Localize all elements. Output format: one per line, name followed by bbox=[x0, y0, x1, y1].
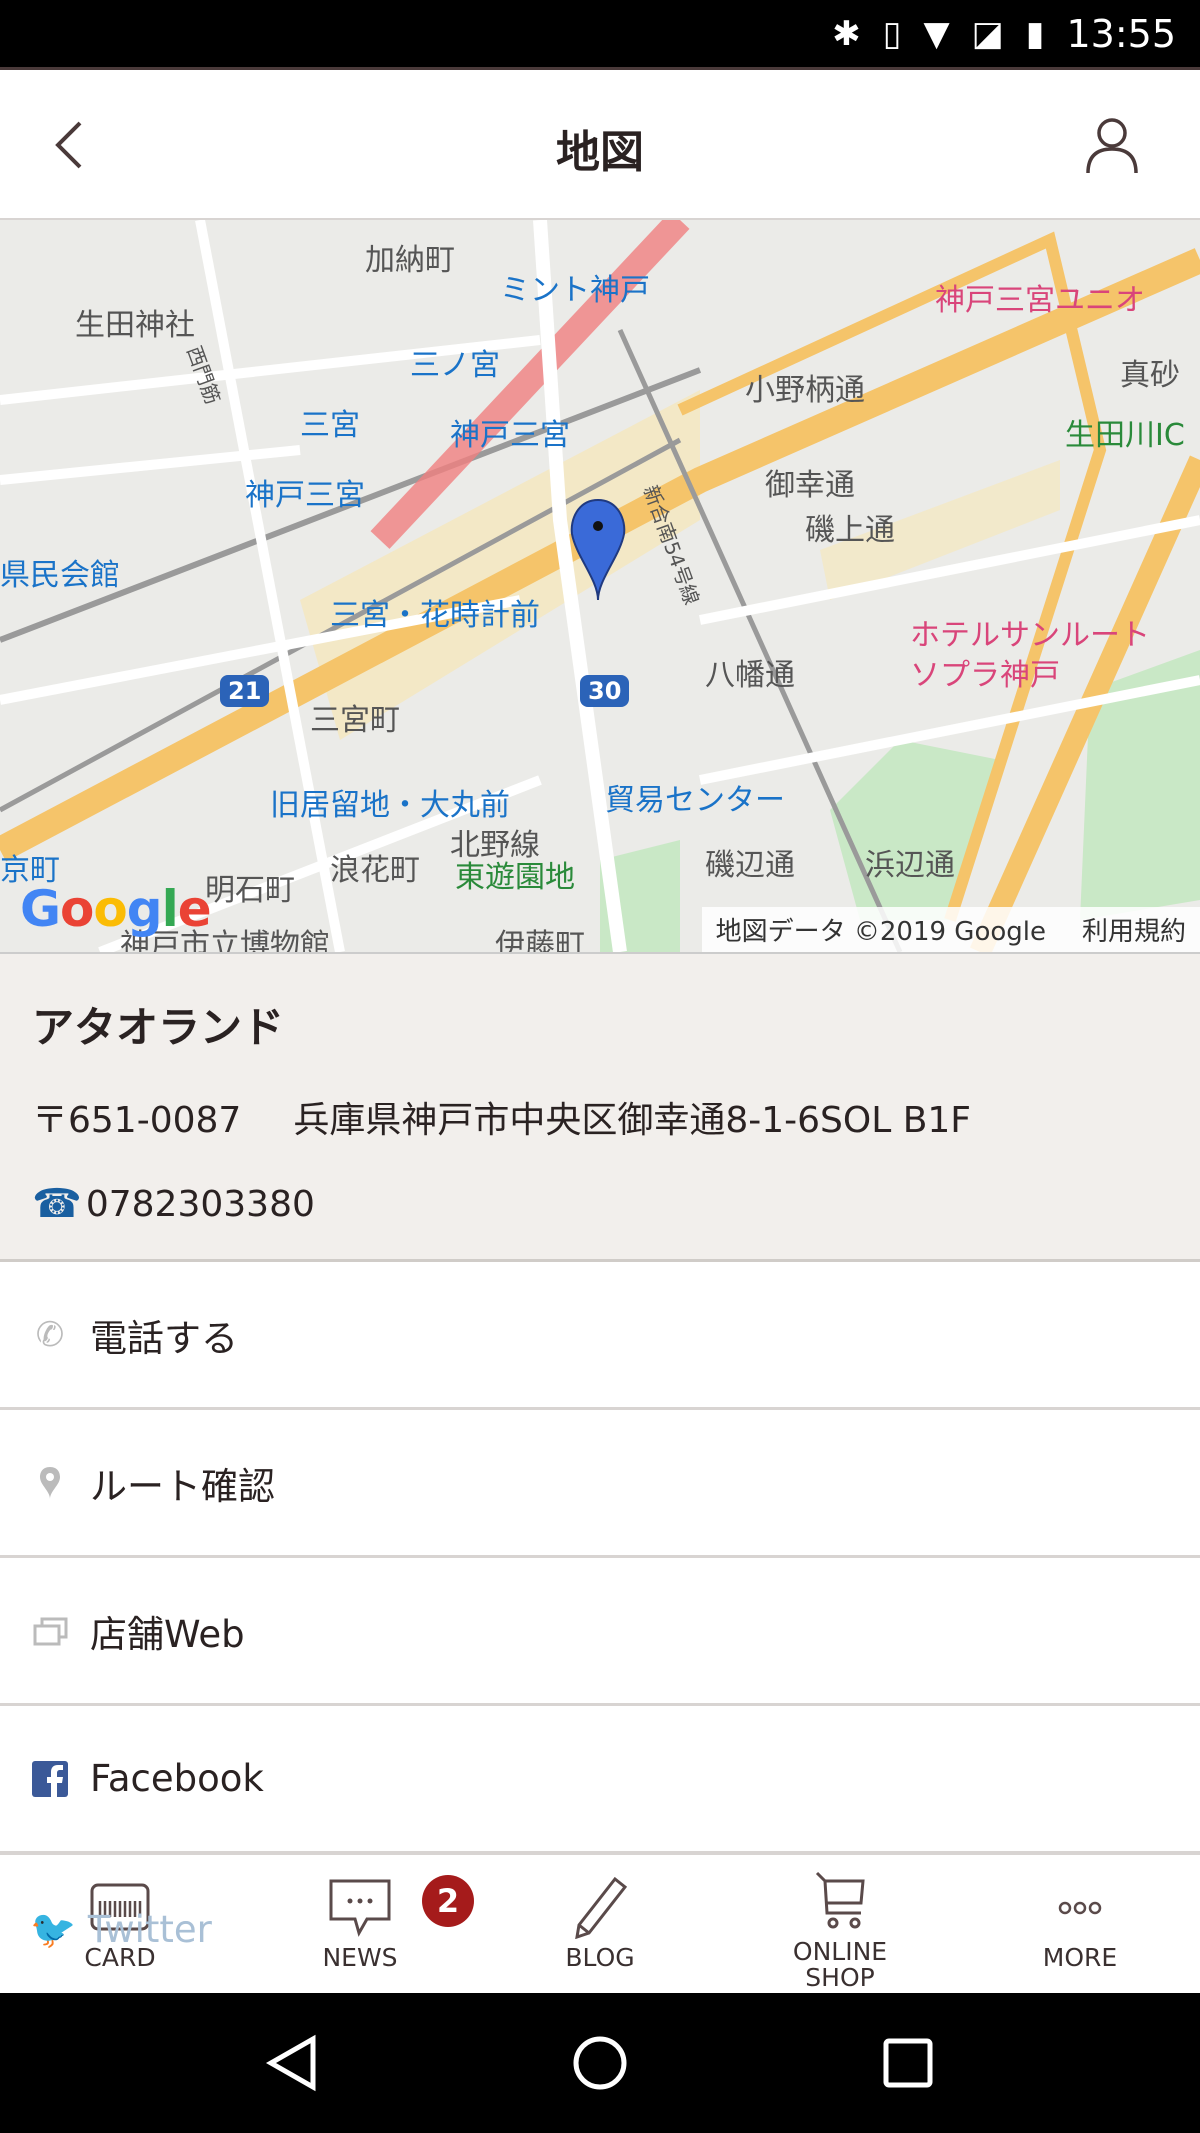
action-facebook[interactable]: Facebook bbox=[0, 1706, 1200, 1854]
clock: 13:55 bbox=[1066, 11, 1176, 56]
map-attribution: 地図データ ©2019 Google 利用規約 bbox=[701, 907, 1200, 952]
bluetooth-icon: ✱ bbox=[832, 13, 861, 54]
tab-label: MORE bbox=[1042, 1943, 1118, 1972]
map-label: 磯辺通 bbox=[705, 848, 795, 883]
map-label: 旧居留地・大丸前 bbox=[270, 788, 510, 823]
shop-name: アタオランド bbox=[32, 1003, 285, 1052]
map-label: ミント神戸 bbox=[500, 273, 650, 308]
map-label: 八幡通 bbox=[705, 658, 795, 693]
phone-number: 0782303380 bbox=[85, 1183, 315, 1225]
map-label: 県民会館 bbox=[0, 558, 120, 593]
action-web[interactable]: 店舗Web bbox=[0, 1558, 1200, 1706]
shop-info: アタオランド 〒651-0087 兵庫県神戸市中央区御幸通8-1-6SOL B1… bbox=[0, 952, 1200, 1262]
page-title: 地図 bbox=[556, 127, 644, 178]
battery-icon: ▮ bbox=[1025, 13, 1045, 54]
more-dots-icon bbox=[1058, 1901, 1102, 1915]
back-triangle-icon[interactable] bbox=[265, 2033, 319, 2093]
pencil-icon bbox=[575, 1877, 628, 1939]
map-label: 伊藤町 bbox=[495, 928, 585, 952]
action-label: 店舗Web bbox=[90, 1612, 245, 1656]
shop-address: 〒651-0087 兵庫県神戸市中央区御幸通8-1-6SOL B1F bbox=[32, 1091, 1168, 1143]
telephone-icon: ☎ bbox=[32, 1181, 82, 1227]
map-pin-icon bbox=[40, 1466, 60, 1499]
google-logo: Google bbox=[20, 880, 212, 938]
home-circle-icon[interactable] bbox=[570, 2033, 630, 2093]
postal-code: 〒651-0087 bbox=[32, 1100, 242, 1141]
map-label: 東遊園地 bbox=[455, 860, 575, 895]
map-label: 三ノ宮 bbox=[410, 348, 500, 383]
map-label: 御幸通 bbox=[765, 468, 855, 503]
tab-blog[interactable]: BLOG bbox=[480, 1855, 720, 1993]
wifi-icon: ▼ bbox=[923, 13, 950, 54]
bottom-tab-bar: CARD NEWS 2 BLOG ONLINE SHOP MORE bbox=[0, 1852, 1200, 1993]
attribution-text: 地図データ ©2019 Google bbox=[715, 917, 1046, 947]
map-label: ソプラ神戸 bbox=[910, 658, 1060, 693]
map-label: 神戸三宮 bbox=[450, 418, 570, 453]
tab-card[interactable]: CARD bbox=[0, 1855, 240, 1993]
windows-icon bbox=[33, 1617, 68, 1645]
tab-label: CARD bbox=[84, 1943, 156, 1972]
map-label: 浪花町 bbox=[330, 853, 420, 888]
status-bar: ✱ ▯ ▼ ◪ ▮ 13:55 bbox=[0, 0, 1200, 70]
barcode-card-icon bbox=[90, 1883, 150, 1931]
map-label: 神戸三宮 bbox=[245, 478, 365, 513]
tab-more[interactable]: MORE bbox=[960, 1855, 1200, 1993]
action-call[interactable]: ✆ 電話する bbox=[0, 1262, 1200, 1410]
address-text: 兵庫県神戸市中央区御幸通8-1-6SOL B1F bbox=[293, 1100, 972, 1141]
facebook-icon bbox=[32, 1760, 68, 1797]
map-label: 真砂 bbox=[1120, 358, 1180, 393]
shop-phone: ☎ 0782303380 bbox=[32, 1181, 1168, 1227]
map-label: 小野柄通 bbox=[745, 373, 865, 408]
action-label: 電話する bbox=[90, 1316, 238, 1360]
recents-square-icon[interactable] bbox=[881, 2036, 935, 2090]
map-label: 磯上通 bbox=[805, 513, 895, 548]
map-label: ホテルサンルート bbox=[910, 618, 1150, 653]
phone-icon: ✆ bbox=[35, 1314, 65, 1355]
map-label: 生田川IC bbox=[1065, 418, 1185, 453]
cart-icon bbox=[815, 1871, 865, 1929]
action-label: ルート確認 bbox=[90, 1464, 275, 1508]
vibrate-icon: ▯ bbox=[882, 13, 902, 54]
system-nav-bar bbox=[0, 1993, 1200, 2133]
map-label: 貿易センター bbox=[605, 783, 785, 818]
map-label: 浜辺通 bbox=[865, 848, 955, 883]
action-route[interactable]: ルート確認 bbox=[0, 1410, 1200, 1558]
news-badge: 2 bbox=[422, 1875, 474, 1927]
map-label: 30 bbox=[580, 675, 630, 707]
tab-label: BLOG bbox=[565, 1943, 635, 1972]
map-label: 21 bbox=[220, 675, 270, 707]
map-view[interactable]: 加納町 ミント神戸 神戸三宮ユニオ 生田神社 三ノ宮 小野柄通 真砂 三宮 神戸三宮 生田川IC 神… bbox=[0, 220, 1200, 952]
tab-online-shop[interactable]: ONLINE SHOP bbox=[720, 1855, 960, 1993]
tab-label: ONLINE SHOP bbox=[792, 1937, 888, 1992]
map-label: 三宮 bbox=[300, 408, 360, 443]
map-label: 神戸三宮ユニオ bbox=[935, 283, 1145, 318]
map-label: 三宮町 bbox=[310, 703, 400, 738]
terms-link[interactable]: 利用規約 bbox=[1082, 911, 1186, 948]
tab-news[interactable]: NEWS 2 bbox=[240, 1855, 480, 1993]
map-label: 三宮・花時計前 bbox=[330, 598, 540, 633]
action-label: Facebook bbox=[90, 1757, 264, 1800]
map-label: 明石町 bbox=[205, 873, 295, 908]
map-label: 加納町 bbox=[365, 243, 455, 278]
app-header: 地図 bbox=[0, 70, 1200, 220]
user-icon[interactable] bbox=[1084, 115, 1140, 175]
map-label: 生田神社 bbox=[75, 308, 195, 343]
no-sim-icon: ◪ bbox=[971, 13, 1004, 54]
chat-bubble-icon bbox=[329, 1879, 391, 1937]
tab-label: NEWS bbox=[322, 1943, 398, 1972]
